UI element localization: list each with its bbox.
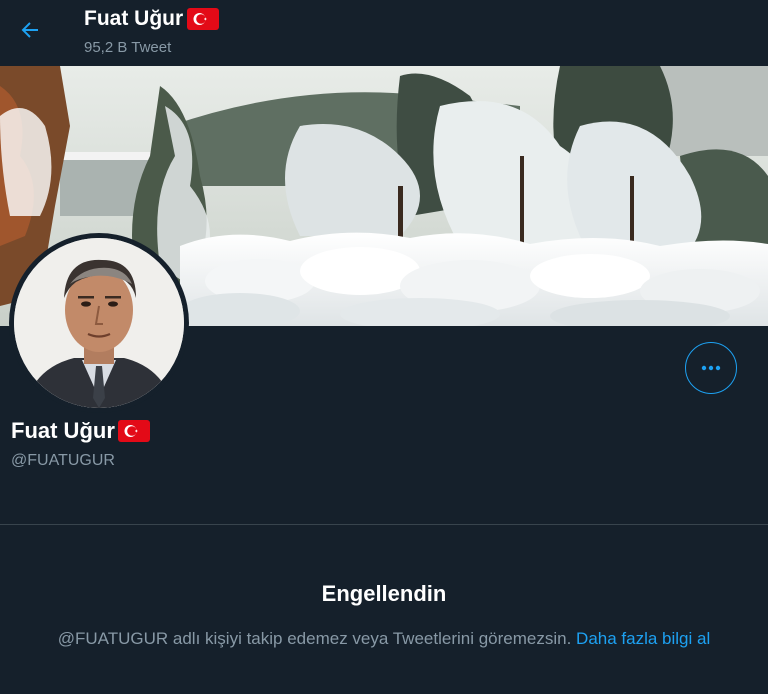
header-title: Fuat Uğur [84, 7, 220, 31]
profile-name: Fuat Uğur [11, 418, 150, 444]
arrow-left-icon [21, 22, 38, 38]
tweet-count: 95,2 B Tweet [84, 39, 172, 56]
turkey-flag-icon [117, 420, 150, 442]
avatar[interactable] [9, 233, 189, 413]
blocked-title: Engellendin [321, 581, 447, 606]
learn-more-link[interactable]: Daha fazla bilgi al [576, 629, 710, 648]
divider [0, 524, 768, 525]
blocked-message: @FUATUGUR adlı kişiyi takip edemez veya … [16, 625, 752, 652]
profile-page: Fuat Uğur 95,2 B Tweet Fuat Uğur @FUATUG… [0, 0, 768, 694]
avatar-photo [14, 238, 184, 408]
more-options-button[interactable] [685, 342, 737, 394]
profile-handle: @FUATUGUR [11, 452, 115, 469]
profile-header: Fuat Uğur 95,2 B Tweet [0, 0, 768, 66]
turkey-flag-icon [187, 8, 220, 30]
more-horizontal-icon [701, 365, 721, 371]
blocked-message-text: @FUATUGUR adlı kişiyi takip edemez veya … [57, 629, 572, 648]
profile-name-text: Fuat Uğur [11, 418, 115, 443]
back-button[interactable] [12, 12, 48, 48]
header-name: Fuat Uğur [84, 7, 184, 30]
